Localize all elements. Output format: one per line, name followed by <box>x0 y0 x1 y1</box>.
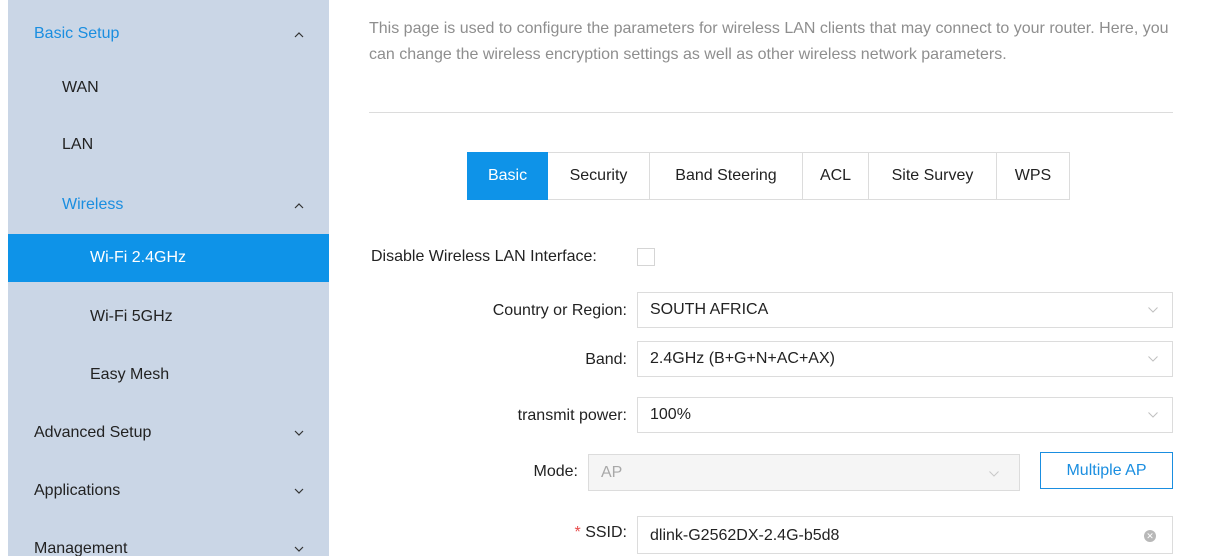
divider <box>369 112 1173 113</box>
sidebar-item-label: Wireless <box>62 196 124 213</box>
chevron-down-icon <box>1148 412 1158 418</box>
ssid-label-row: * SSID: <box>575 524 627 542</box>
disable-wireless-checkbox[interactable] <box>637 248 655 266</box>
chevron-down-icon <box>293 543 305 555</box>
tab-acl[interactable]: ACL <box>803 152 869 200</box>
chevron-down-icon <box>1148 356 1158 362</box>
ssid-input[interactable]: dlink-G2562DX-2.4G-b5d8 ✕ <box>637 516 1173 554</box>
sidebar-item-label: Wi-Fi 2.4GHz <box>90 249 186 266</box>
sidebar-item-wan[interactable]: WAN <box>8 64 329 112</box>
tab-bar: Basic Security Band Steering ACL Site Su… <box>467 152 1070 200</box>
chevron-up-icon <box>293 199 305 211</box>
page-description: This page is used to configure the param… <box>369 20 1169 63</box>
tab-security[interactable]: Security <box>548 152 650 200</box>
sidebar-item-wireless[interactable]: Wireless <box>8 181 329 229</box>
sidebar-item-easy-mesh[interactable]: Easy Mesh <box>8 351 329 399</box>
sidebar-item-label: Wi-Fi 5GHz <box>90 308 173 325</box>
mode-label: Mode: <box>533 463 578 480</box>
clear-icon[interactable]: ✕ <box>1144 530 1156 542</box>
tab-basic[interactable]: Basic <box>467 152 548 200</box>
tab-wps[interactable]: WPS <box>997 152 1070 200</box>
mode-value: AP <box>601 464 623 481</box>
multiple-ap-button[interactable]: Multiple AP <box>1040 452 1173 489</box>
transmit-power-label: transmit power: <box>517 407 627 424</box>
chevron-down-icon <box>293 427 305 439</box>
sidebar-item-label: LAN <box>62 136 94 153</box>
sidebar-item-lan[interactable]: LAN <box>8 121 329 169</box>
chevron-up-icon <box>293 28 305 40</box>
ssid-label: SSID: <box>585 524 627 541</box>
band-select[interactable]: 2.4GHz (B+G+N+AC+AX) <box>637 341 1173 377</box>
country-select[interactable]: SOUTH AFRICA <box>637 292 1173 328</box>
chevron-down-icon <box>293 485 305 497</box>
chevron-down-icon <box>989 471 999 477</box>
band-label: Band: <box>585 351 627 368</box>
sidebar-item-label: Advanced Setup <box>34 424 152 441</box>
sidebar-item-label: Basic Setup <box>34 25 120 42</box>
sidebar-item-basic-setup[interactable]: Basic Setup <box>8 10 329 58</box>
country-value: SOUTH AFRICA <box>650 301 769 318</box>
tab-band-steering[interactable]: Band Steering <box>650 152 803 200</box>
mode-select[interactable]: AP <box>588 454 1020 491</box>
sidebar-item-wifi-24ghz[interactable]: Wi-Fi 2.4GHz <box>8 234 329 282</box>
disable-wireless-label: Disable Wireless LAN Interface: <box>371 248 597 265</box>
sidebar-item-label: WAN <box>62 79 99 96</box>
transmit-power-value: 100% <box>650 406 691 423</box>
ssid-value: dlink-G2562DX-2.4G-b5d8 <box>650 527 840 544</box>
sidebar-item-advanced-setup[interactable]: Advanced Setup <box>8 409 329 457</box>
sidebar-item-label: Applications <box>34 482 121 499</box>
sidebar-item-label: Management <box>34 540 128 556</box>
sidebar-item-label: Easy Mesh <box>90 366 170 383</box>
sidebar-item-management[interactable]: Management <box>8 525 329 556</box>
sidebar-item-applications[interactable]: Applications <box>8 467 329 515</box>
transmit-power-select[interactable]: 100% <box>637 397 1173 433</box>
sidebar: Basic Setup WAN LAN Wireless Wi-Fi 2.4GH… <box>8 0 329 556</box>
tab-site-survey[interactable]: Site Survey <box>869 152 997 200</box>
chevron-down-icon <box>1148 307 1158 313</box>
required-marker: * <box>574 524 581 541</box>
sidebar-item-wifi-5ghz[interactable]: Wi-Fi 5GHz <box>8 293 329 341</box>
country-label: Country or Region: <box>492 302 627 319</box>
band-value: 2.4GHz (B+G+N+AC+AX) <box>650 350 835 367</box>
